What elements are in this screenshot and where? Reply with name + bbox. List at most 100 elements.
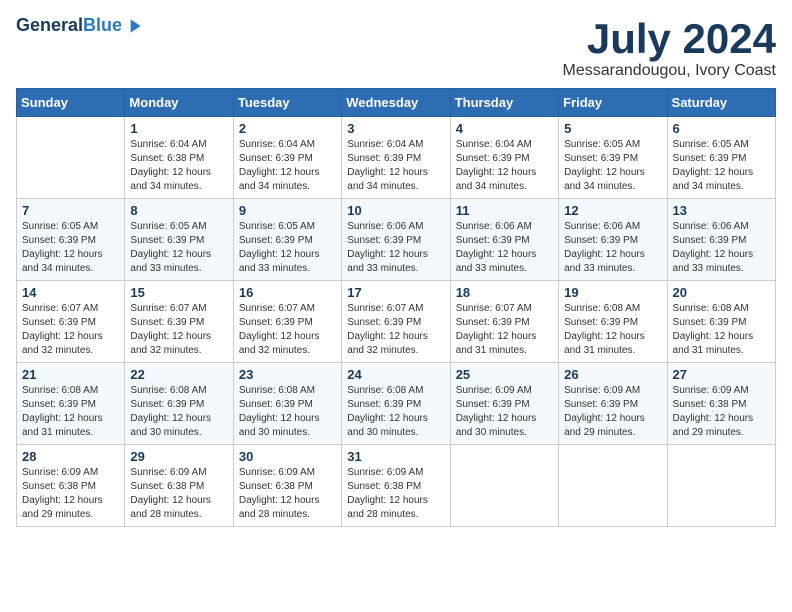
calendar-cell: 8Sunrise: 6:05 AMSunset: 6:39 PMDaylight… bbox=[125, 199, 233, 281]
calendar-cell: 7 Sunrise: 6:05 AMSunset: 6:39 PMDaylight… bbox=[17, 199, 125, 281]
day-info: Sunrise: 6:07 AMSunset: 6:39 PMDaylight:… bbox=[456, 302, 553, 358]
calendar-week-row: 1 Sunrise: 6:04 AMSunset: 6:38 PMDaylight… bbox=[17, 117, 776, 199]
calendar-cell bbox=[17, 117, 125, 199]
calendar-cell: 11Sunrise: 6:06 AMSunset: 6:39 PMDayligh… bbox=[450, 199, 558, 281]
day-info: Sunrise: 6:09 AMSunset: 6:38 PMDaylight:… bbox=[22, 466, 119, 522]
day-info: Sunrise: 6:07 AMSunset: 6:39 PMDaylight:… bbox=[239, 302, 336, 358]
calendar-cell: 18 Sunrise: 6:07 AMSunset: 6:39 PMDayligh… bbox=[450, 281, 558, 363]
day-number: 29 bbox=[130, 449, 227, 464]
calendar-table: SundayMondayTuesdayWednesdayThursdayFrid… bbox=[16, 88, 776, 527]
calendar-cell: 4 Sunrise: 6:04 AMSunset: 6:39 PMDaylight… bbox=[450, 117, 558, 199]
calendar-cell: 23Sunrise: 6:08 AMSunset: 6:39 PMDayligh… bbox=[233, 363, 341, 445]
day-info: Sunrise: 6:09 AMSunset: 6:38 PMDaylight:… bbox=[347, 466, 444, 522]
calendar-cell: 28 Sunrise: 6:09 AMSunset: 6:38 PMDayligh… bbox=[17, 445, 125, 527]
calendar-week-row: 21 Sunrise: 6:08 AMSunset: 6:39 PMDayligh… bbox=[17, 363, 776, 445]
calendar-cell: 20 Sunrise: 6:08 AMSunset: 6:39 PMDayligh… bbox=[667, 281, 775, 363]
day-info: Sunrise: 6:05 AMSunset: 6:39 PMDaylight:… bbox=[239, 220, 336, 276]
day-info: Sunrise: 6:05 AMSunset: 6:39 PMDaylight:… bbox=[564, 138, 661, 194]
calendar-cell: 29 Sunrise: 6:09 AMSunset: 6:38 PMDayligh… bbox=[125, 445, 233, 527]
day-info: Sunrise: 6:05 AMSunset: 6:39 PMDaylight:… bbox=[130, 220, 227, 276]
calendar-cell bbox=[559, 445, 667, 527]
calendar-cell: 12 Sunrise: 6:06 AMSunset: 6:39 PMDayligh… bbox=[559, 199, 667, 281]
day-info: Sunrise: 6:07 AMSunset: 6:39 PMDaylight:… bbox=[130, 302, 227, 358]
weekday-header-wednesday: Wednesday bbox=[342, 89, 450, 117]
calendar-week-row: 14Sunrise: 6:07 AMSunset: 6:39 PMDayligh… bbox=[17, 281, 776, 363]
day-number: 15 bbox=[130, 285, 227, 300]
calendar-cell: 9 Sunrise: 6:05 AMSunset: 6:39 PMDaylight… bbox=[233, 199, 341, 281]
title-area: July 2024 Messarandougou, Ivory Coast bbox=[563, 16, 776, 80]
day-info: Sunrise: 6:09 AMSunset: 6:39 PMDaylight:… bbox=[456, 384, 553, 440]
calendar-cell: 22Sunrise: 6:08 AMSunset: 6:39 PMDayligh… bbox=[125, 363, 233, 445]
day-number: 16 bbox=[239, 285, 336, 300]
calendar-cell: 30Sunrise: 6:09 AMSunset: 6:38 PMDayligh… bbox=[233, 445, 341, 527]
day-number: 11 bbox=[456, 203, 553, 218]
day-number: 7 bbox=[22, 203, 119, 218]
day-number: 4 bbox=[456, 121, 553, 136]
calendar-cell bbox=[450, 445, 558, 527]
logo: GeneralBlue bbox=[16, 16, 144, 36]
day-number: 18 bbox=[456, 285, 553, 300]
calendar-cell: 25 Sunrise: 6:09 AMSunset: 6:39 PMDayligh… bbox=[450, 363, 558, 445]
day-info: Sunrise: 6:06 AMSunset: 6:39 PMDaylight:… bbox=[564, 220, 661, 276]
day-number: 6 bbox=[673, 121, 770, 136]
day-info: Sunrise: 6:06 AMSunset: 6:39 PMDaylight:… bbox=[347, 220, 444, 276]
day-info: Sunrise: 6:04 AMSunset: 6:38 PMDaylight:… bbox=[130, 138, 227, 194]
calendar-cell: 14Sunrise: 6:07 AMSunset: 6:39 PMDayligh… bbox=[17, 281, 125, 363]
month-title: July 2024 bbox=[563, 16, 776, 62]
day-info: Sunrise: 6:09 AMSunset: 6:38 PMDaylight:… bbox=[673, 384, 770, 440]
weekday-header-tuesday: Tuesday bbox=[233, 89, 341, 117]
day-number: 30 bbox=[239, 449, 336, 464]
day-info: Sunrise: 6:09 AMSunset: 6:39 PMDaylight:… bbox=[564, 384, 661, 440]
day-number: 3 bbox=[347, 121, 444, 136]
day-number: 28 bbox=[22, 449, 119, 464]
weekday-header-row: SundayMondayTuesdayWednesdayThursdayFrid… bbox=[17, 89, 776, 117]
calendar-cell bbox=[667, 445, 775, 527]
day-info: Sunrise: 6:08 AMSunset: 6:39 PMDaylight:… bbox=[673, 302, 770, 358]
day-info: Sunrise: 6:04 AMSunset: 6:39 PMDaylight:… bbox=[456, 138, 553, 194]
day-info: Sunrise: 6:08 AMSunset: 6:39 PMDaylight:… bbox=[347, 384, 444, 440]
calendar-week-row: 7 Sunrise: 6:05 AMSunset: 6:39 PMDaylight… bbox=[17, 199, 776, 281]
calendar-cell: 27 Sunrise: 6:09 AMSunset: 6:38 PMDayligh… bbox=[667, 363, 775, 445]
day-number: 12 bbox=[564, 203, 661, 218]
calendar-cell: 2 Sunrise: 6:04 AMSunset: 6:39 PMDaylight… bbox=[233, 117, 341, 199]
day-info: Sunrise: 6:07 AMSunset: 6:39 PMDaylight:… bbox=[347, 302, 444, 358]
day-info: Sunrise: 6:06 AMSunset: 6:39 PMDaylight:… bbox=[673, 220, 770, 276]
calendar-cell: 1 Sunrise: 6:04 AMSunset: 6:38 PMDaylight… bbox=[125, 117, 233, 199]
day-info: Sunrise: 6:04 AMSunset: 6:39 PMDaylight:… bbox=[239, 138, 336, 194]
weekday-header-sunday: Sunday bbox=[17, 89, 125, 117]
weekday-header-thursday: Thursday bbox=[450, 89, 558, 117]
day-number: 31 bbox=[347, 449, 444, 464]
day-number: 27 bbox=[673, 367, 770, 382]
day-info: Sunrise: 6:05 AMSunset: 6:39 PMDaylight:… bbox=[22, 220, 119, 276]
calendar-cell: 17 Sunrise: 6:07 AMSunset: 6:39 PMDayligh… bbox=[342, 281, 450, 363]
logo-icon bbox=[124, 16, 144, 36]
weekday-header-saturday: Saturday bbox=[667, 89, 775, 117]
day-number: 9 bbox=[239, 203, 336, 218]
calendar-cell: 13 Sunrise: 6:06 AMSunset: 6:39 PMDayligh… bbox=[667, 199, 775, 281]
calendar-cell: 3Sunrise: 6:04 AMSunset: 6:39 PMDaylight… bbox=[342, 117, 450, 199]
day-number: 5 bbox=[564, 121, 661, 136]
page-header: GeneralBlue July 2024 Messarandougou, Iv… bbox=[16, 16, 776, 80]
calendar-cell: 16 Sunrise: 6:07 AMSunset: 6:39 PMDayligh… bbox=[233, 281, 341, 363]
day-number: 2 bbox=[239, 121, 336, 136]
logo-text: GeneralBlue bbox=[16, 16, 122, 36]
calendar-week-row: 28 Sunrise: 6:09 AMSunset: 6:38 PMDayligh… bbox=[17, 445, 776, 527]
calendar-cell: 26Sunrise: 6:09 AMSunset: 6:39 PMDayligh… bbox=[559, 363, 667, 445]
day-info: Sunrise: 6:08 AMSunset: 6:39 PMDaylight:… bbox=[239, 384, 336, 440]
day-number: 17 bbox=[347, 285, 444, 300]
day-info: Sunrise: 6:08 AMSunset: 6:39 PMDaylight:… bbox=[130, 384, 227, 440]
calendar-cell: 19Sunrise: 6:08 AMSunset: 6:39 PMDayligh… bbox=[559, 281, 667, 363]
location-title: Messarandougou, Ivory Coast bbox=[563, 62, 776, 80]
day-info: Sunrise: 6:05 AMSunset: 6:39 PMDaylight:… bbox=[673, 138, 770, 194]
day-number: 10 bbox=[347, 203, 444, 218]
day-info: Sunrise: 6:07 AMSunset: 6:39 PMDaylight:… bbox=[22, 302, 119, 358]
day-number: 20 bbox=[673, 285, 770, 300]
calendar-cell: 31 Sunrise: 6:09 AMSunset: 6:38 PMDayligh… bbox=[342, 445, 450, 527]
calendar-cell: 21Sunrise: 6:08 AMSunset: 6:39 PMDayligh… bbox=[17, 363, 125, 445]
day-number: 25 bbox=[456, 367, 553, 382]
day-number: 21 bbox=[22, 367, 119, 382]
day-number: 13 bbox=[673, 203, 770, 218]
day-number: 19 bbox=[564, 285, 661, 300]
day-info: Sunrise: 6:09 AMSunset: 6:38 PMDaylight:… bbox=[130, 466, 227, 522]
day-number: 1 bbox=[130, 121, 227, 136]
